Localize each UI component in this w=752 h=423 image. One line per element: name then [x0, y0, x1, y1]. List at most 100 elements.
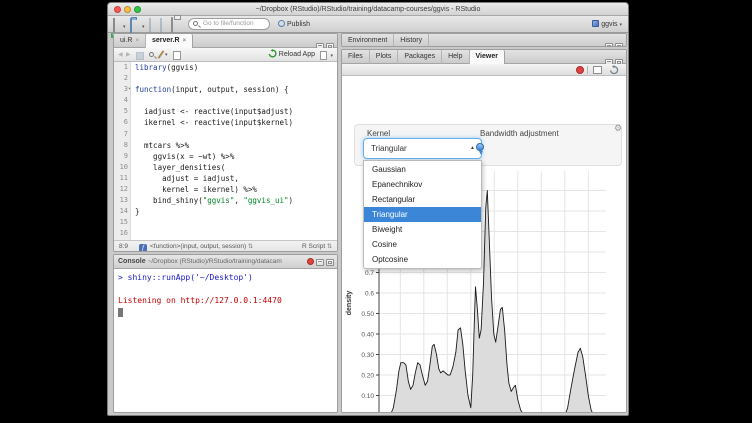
refresh-viewer-icon[interactable]: [609, 65, 619, 75]
code-tools-wand-icon[interactable]: [158, 50, 165, 59]
kernel-label: Kernel: [367, 129, 390, 138]
env-maximize-icon[interactable]: [615, 43, 623, 47]
menu-item-optcosine[interactable]: Optcosine: [364, 252, 481, 267]
editor-tab-bar: ui.R×server.R×: [114, 34, 337, 48]
nav-back-icon[interactable]: ◀: [118, 51, 123, 58]
console-stop-icon[interactable]: [307, 258, 314, 265]
fold-icon[interactable]: ▾: [128, 84, 131, 95]
compile-notebook-icon[interactable]: [173, 51, 181, 60]
code-text: layer_densities(: [135, 162, 225, 173]
cursor-position: 8:9: [119, 241, 128, 252]
reload-app-button[interactable]: Reload App: [268, 48, 315, 62]
code-line[interactable]: 9 ggvis(x = ~wt) %>%: [114, 151, 337, 162]
code-line[interactable]: 3▾ function(input, output, session) {: [114, 84, 337, 95]
console-title: Console: [118, 258, 146, 265]
menu-item-rectangular[interactable]: Rectangular: [364, 192, 481, 207]
open-in-new-window-icon[interactable]: [593, 66, 602, 74]
kernel-dropdown-menu: GaussianEpanechnikovRectangularTriangula…: [363, 160, 482, 269]
stop-app-button[interactable]: [576, 66, 584, 74]
source-menu-caret-icon[interactable]: ▾: [330, 53, 333, 59]
menu-item-cosine[interactable]: Cosine: [364, 237, 481, 252]
svg-text:0.30: 0.30: [361, 352, 374, 359]
line-number: 10: [114, 162, 128, 173]
code-line[interactable]: 14}: [114, 206, 337, 217]
code-line[interactable]: 4: [114, 95, 337, 106]
line-number: 14: [114, 206, 128, 217]
code-line[interactable]: 13 bind_shiny("ggvis", "ggvis_ui"): [114, 195, 337, 206]
bandwidth-slider-handle[interactable]: [476, 143, 484, 151]
new-file-caret-icon[interactable]: ▾: [123, 24, 126, 30]
code-line[interactable]: 5 iadjust <- reactive(input$adjust): [114, 106, 337, 117]
editor-tab-server.r[interactable]: server.R×: [146, 34, 193, 48]
line-number: 15: [114, 217, 128, 228]
console-minimize-icon[interactable]: [316, 259, 324, 266]
doc-type-selector[interactable]: R Script ⇅: [302, 241, 332, 252]
code-text: ikernel <- reactive(input$kernel): [135, 117, 293, 128]
code-line[interactable]: 2: [114, 73, 337, 84]
open-recent-caret-icon[interactable]: ▾: [142, 24, 145, 30]
menu-item-gaussian[interactable]: Gaussian: [364, 162, 481, 177]
menu-item-epanechnikov[interactable]: Epanechnikov: [364, 177, 481, 192]
find-replace-icon[interactable]: [149, 52, 154, 57]
close-tab-icon[interactable]: ×: [183, 38, 187, 44]
tab-help[interactable]: Help: [442, 50, 469, 64]
kernel-select[interactable]: Triangular ▲: [363, 138, 482, 159]
code-line[interactable]: 6 ikernel <- reactive(input$kernel): [114, 117, 337, 128]
code-line[interactable]: 15: [114, 217, 337, 228]
console-pane: Console ~/Dropbox (RStudio)/RStudio/trai…: [113, 254, 338, 413]
tab-environment[interactable]: Environment: [342, 34, 394, 47]
source-pane: ui.R×server.R× ◀ ▶ ▾ Reload App ▾ 1libra…: [113, 33, 338, 252]
gear-icon[interactable]: ⚙: [614, 123, 622, 134]
code-editor[interactable]: 1library(ggvis)23▾ function(input, output…: [114, 62, 337, 240]
code-line[interactable]: 11 adjust = iadjust,: [114, 173, 337, 184]
publish-button[interactable]: Publish: [278, 18, 310, 31]
project-menu-button[interactable]: ggvis ▾: [592, 18, 622, 31]
goto-file-input[interactable]: Go to file/function: [188, 18, 270, 30]
code-text: ggvis(x = ~wt) %>%: [135, 151, 234, 162]
editor-tab-ui.r[interactable]: ui.R×: [114, 34, 146, 48]
tab-viewer[interactable]: Viewer: [470, 50, 505, 64]
close-tab-icon[interactable]: ×: [135, 38, 139, 44]
console-maximize-icon[interactable]: [326, 259, 334, 266]
scope-selector[interactable]: f<function>(input, output, session) ⇅: [136, 241, 253, 252]
line-number: 13: [114, 195, 128, 206]
code-line[interactable]: 8 mtcars %>%: [114, 140, 337, 151]
code-tools-caret-icon[interactable]: ▾: [165, 52, 168, 58]
toolbar-divider: [587, 66, 588, 74]
reload-app-label: Reload App: [279, 51, 315, 58]
code-text: }: [135, 206, 140, 217]
environment-pane: EnvironmentHistory: [341, 33, 627, 47]
nav-forward-icon[interactable]: ▶: [126, 51, 131, 58]
tab-plots[interactable]: Plots: [370, 50, 399, 64]
code-line[interactable]: 1library(ggvis): [114, 62, 337, 73]
kernel-selected-value: Triangular: [371, 144, 407, 153]
save-doc-icon[interactable]: [136, 52, 144, 60]
env-minimize-icon[interactable]: [605, 43, 613, 47]
source-menu-icon[interactable]: [320, 51, 327, 60]
line-number: 3: [114, 84, 128, 95]
code-line[interactable]: 16: [114, 228, 337, 239]
editor-toolbar: ◀ ▶ ▾ Reload App ▾: [114, 48, 337, 62]
tab-history[interactable]: History: [394, 34, 429, 47]
main-toolbar: + ▾ ▾ Go to file/function Publish ggvis …: [108, 16, 628, 33]
viewer-toolbar: [342, 64, 626, 76]
code-line[interactable]: 7: [114, 129, 337, 140]
tab-files[interactable]: Files: [342, 50, 370, 64]
console-output[interactable]: > shiny::runApp('~/Desktop') Listening o…: [114, 269, 337, 317]
title-bar[interactable]: ~/Dropbox (RStudio)/RStudio/training/dat…: [108, 3, 628, 16]
line-number: 11: [114, 173, 128, 184]
environment-pane-buttons: [603, 37, 623, 47]
scope-updown-icon: ⇅: [248, 244, 253, 250]
function-icon: f: [139, 244, 147, 252]
menu-item-triangular[interactable]: Triangular: [364, 207, 481, 222]
code-text: function(input, output, session) {: [135, 84, 289, 95]
code-text: library(ggvis): [135, 62, 198, 73]
tab-packages[interactable]: Packages: [398, 50, 442, 64]
code-line[interactable]: 10 layer_densities(: [114, 162, 337, 173]
code-line[interactable]: 12 kernel = ikernel) %>%: [114, 184, 337, 195]
goto-file-placeholder: Go to file/function: [203, 20, 254, 27]
menu-item-biweight[interactable]: Biweight: [364, 222, 481, 237]
project-label: ggvis: [601, 21, 617, 28]
viewer-pane: FilesPlotsPackagesHelpViewer 1.52.02.53.…: [341, 49, 627, 413]
line-number: 16: [114, 228, 128, 239]
